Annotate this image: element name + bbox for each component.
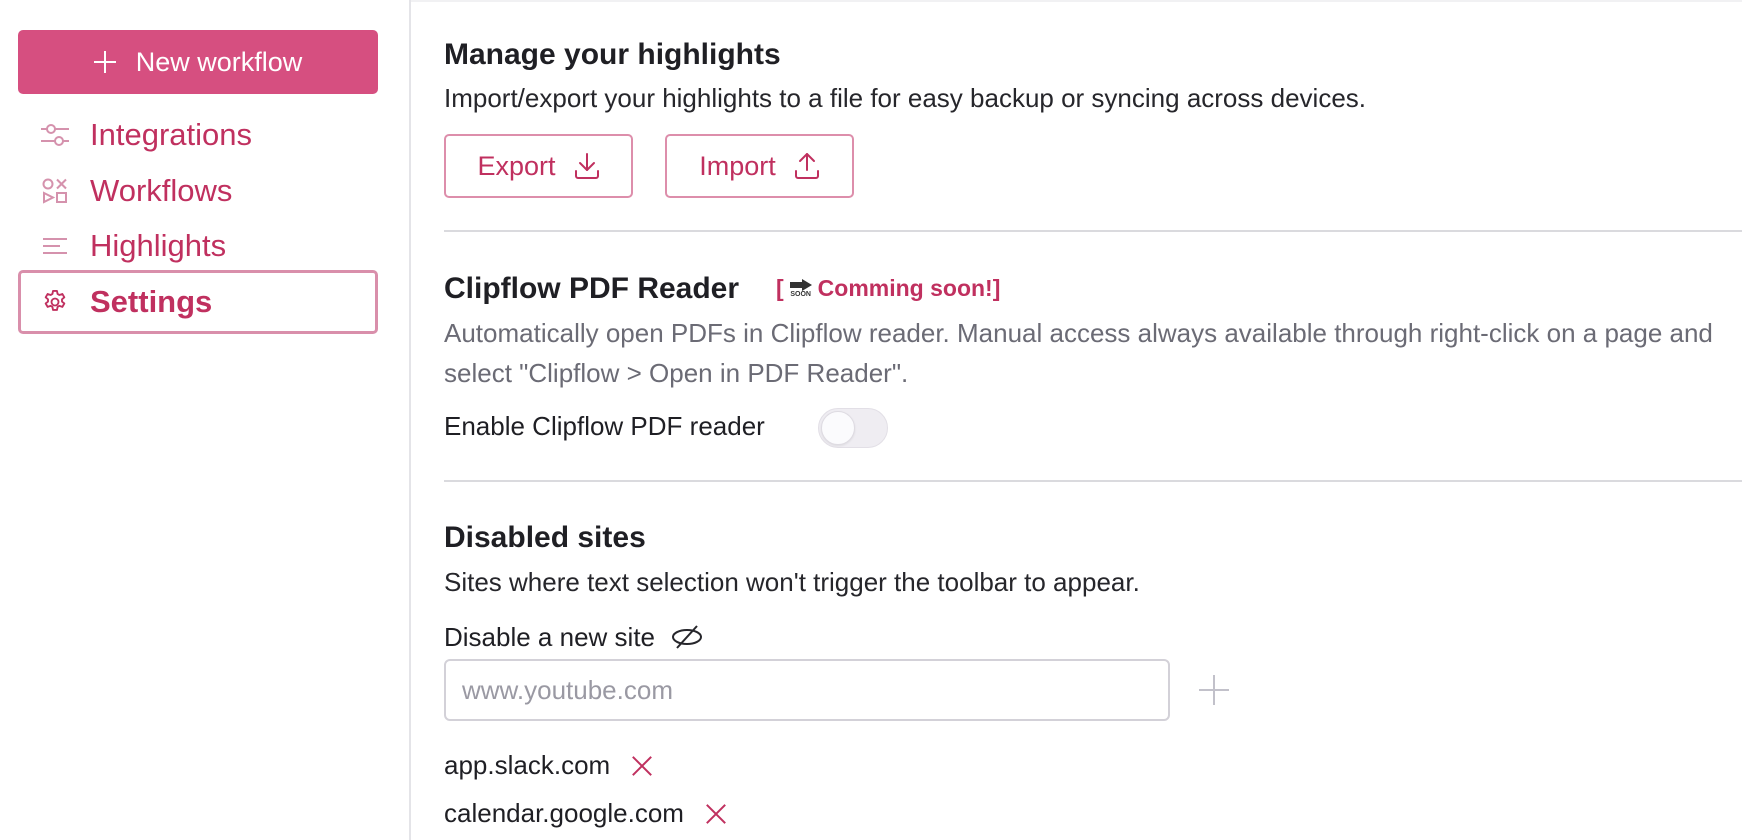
add-site-button[interactable] (1199, 675, 1229, 705)
import-label: Import (699, 150, 776, 181)
remove-site-icon[interactable] (706, 804, 726, 824)
pdf-section-description: Automatically open PDFs in Clipflow read… (444, 318, 1713, 388)
sidebar-item-integrations[interactable]: Integrations (18, 105, 378, 165)
disable-site-input[interactable] (444, 659, 1170, 721)
export-label: Export (477, 150, 556, 181)
sidebar-item-label: Highlights (90, 228, 227, 263)
import-button[interactable]: Import (665, 134, 854, 198)
upload-icon (794, 152, 820, 180)
sidebar-item-label: Workflows (90, 173, 233, 208)
lines-icon (40, 231, 70, 261)
soon-arrow-icon: SOON (788, 277, 814, 301)
new-workflow-label: New workflow (135, 46, 303, 77)
sidebar-item-highlights[interactable]: Highlights (18, 216, 378, 276)
download-icon (574, 152, 600, 180)
disabled-sites-description: Sites where text selection won't trigger… (444, 567, 1140, 597)
disable-site-label-text: Disable a new site (444, 622, 655, 652)
section-divider (444, 480, 1742, 482)
pdf-section-title: Clipflow PDF Reader (444, 272, 740, 305)
sidebar-item-workflows[interactable]: Workflows (18, 161, 378, 221)
pdf-reader-toggle-label: Enable Clipflow PDF reader (444, 411, 765, 441)
sidebar-item-label: Settings (90, 284, 213, 319)
remove-site-icon[interactable] (632, 756, 652, 776)
shapes-icon (40, 176, 70, 206)
highlights-section-title: Manage your highlights (444, 38, 781, 71)
sidebar: New workflow Integrations Workflows High… (0, 0, 411, 840)
site-name: app.slack.com (444, 750, 611, 780)
site-name: calendar.google.com (444, 798, 684, 828)
plus-icon (93, 51, 116, 73)
disabled-site-item: app.slack.com (444, 750, 652, 781)
sidebar-item-label: Integrations (90, 117, 252, 152)
badge-text: Comming soon!] (817, 275, 1001, 301)
pdf-reader-toggle[interactable] (818, 408, 888, 448)
new-workflow-button[interactable]: New workflow (18, 30, 378, 94)
coming-soon-badge: [ SOON Comming soon!] (776, 275, 1000, 302)
toggle-knob (821, 411, 855, 445)
export-button[interactable]: Export (444, 134, 633, 198)
gear-icon (40, 287, 70, 317)
sidebar-item-settings[interactable]: Settings (18, 270, 378, 334)
disable-site-label: Disable a new site (444, 622, 703, 653)
section-divider (444, 230, 1742, 232)
disabled-sites-title: Disabled sites (444, 521, 646, 554)
badge-bracket: [ (776, 275, 784, 301)
highlights-section-description: Import/export your highlights to a file … (444, 83, 1366, 113)
eye-off-icon (671, 624, 703, 652)
disabled-site-item: calendar.google.com (444, 798, 726, 829)
sliders-icon (40, 120, 70, 150)
